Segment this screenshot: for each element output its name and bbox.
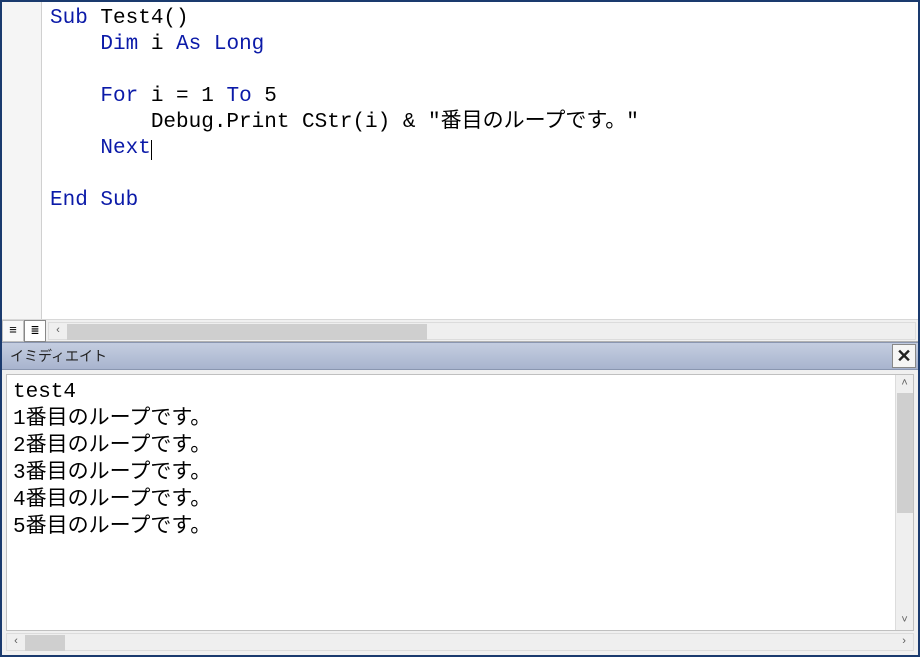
scroll-left-icon[interactable]: ‹ (7, 633, 25, 651)
immediate-body: test4 1番目のループです。 2番目のループです。 3番目のループです。 4… (6, 374, 914, 631)
vscroll-thumb[interactable] (897, 393, 913, 513)
close-icon: ✕ (896, 346, 911, 367)
scroll-down-icon[interactable]: ˅ (896, 612, 913, 630)
vscroll-track[interactable] (896, 393, 913, 612)
immediate-horizontal-scrollbar[interactable]: ‹ › (6, 633, 914, 651)
scroll-up-icon[interactable]: ˄ (896, 375, 913, 393)
code-bottom-bar: ≡ ≣ ‹ (2, 319, 918, 341)
immediate-window-titlebar: イミディエイト ✕ (2, 342, 918, 370)
immediate-window-pane: test4 1番目のループです。 2番目のループです。 3番目のループです。 4… (2, 370, 918, 655)
scroll-right-icon[interactable]: › (895, 633, 913, 651)
full-module-view-button[interactable]: ≣ (24, 320, 46, 342)
immediate-hscroll-thumb[interactable] (25, 635, 65, 651)
immediate-output[interactable]: test4 1番目のループです。 2番目のループです。 3番目のループです。 4… (7, 375, 895, 630)
code-area[interactable]: Sub Test4() Dim i As Long For i = 1 To 5… (2, 2, 918, 319)
code-content[interactable]: Sub Test4() Dim i As Long For i = 1 To 5… (42, 2, 918, 319)
scroll-left-icon[interactable]: ‹ (49, 322, 67, 340)
immediate-window-title: イミディエイト (10, 346, 107, 366)
code-hscroll-thumb[interactable] (67, 324, 427, 340)
code-editor-pane: Sub Test4() Dim i As Long For i = 1 To 5… (2, 2, 918, 342)
procedure-view-button[interactable]: ≡ (2, 320, 24, 342)
immediate-vertical-scrollbar[interactable]: ˄ ˅ (895, 375, 913, 630)
code-gutter (2, 2, 42, 319)
code-horizontal-scrollbar[interactable]: ‹ (48, 322, 916, 340)
close-button[interactable]: ✕ (892, 344, 916, 368)
